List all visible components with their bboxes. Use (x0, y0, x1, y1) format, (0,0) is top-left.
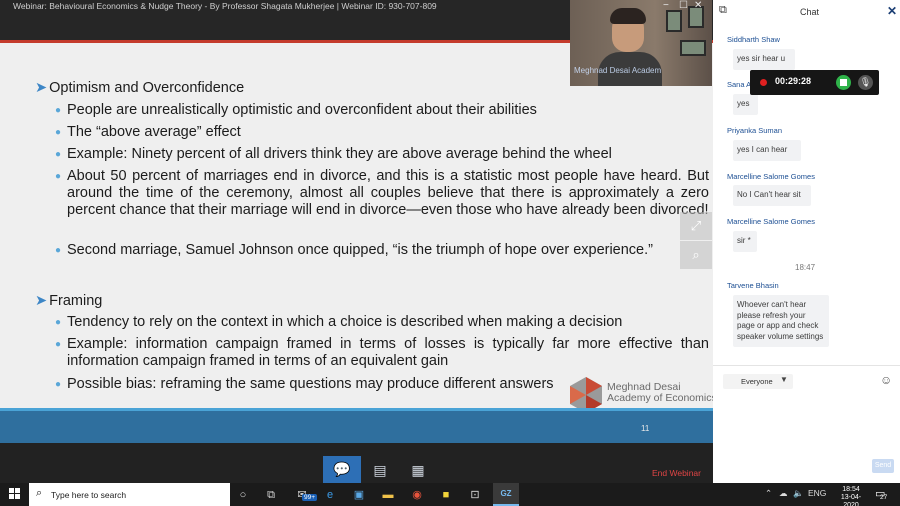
chat-sender: Marcelline Salome Gomes (727, 217, 815, 226)
bullet-item: ● People are unrealistically optimistic a… (55, 102, 537, 118)
bullet-item: ● Second marriage, Samuel Johnson once qu… (55, 242, 653, 258)
layout-button[interactable]: ▤ (361, 457, 399, 483)
chat-message: No I Can't hear sit (733, 185, 811, 206)
gotowebinar-taskbar-button[interactable]: GZ (493, 483, 519, 506)
presenter-video[interactable]: Meghnad Desai Academ (570, 0, 712, 86)
bullet-dot-icon: ● (55, 339, 62, 350)
chevron-down-icon: ▼ (780, 375, 788, 384)
chrome-icon[interactable]: ◉ (409, 487, 425, 503)
task-view-icon[interactable]: ⧉ (263, 487, 279, 503)
zoom-button[interactable]: ⌕ (680, 241, 712, 269)
chat-toggle-button[interactable]: 💬 (323, 456, 361, 483)
bullet-item: ● Tendency to rely on the context in whic… (55, 314, 623, 330)
chat-sender: Sana A (727, 80, 752, 89)
sticky-notes-icon[interactable]: ■ (438, 487, 454, 503)
chat-title: Chat (800, 7, 820, 17)
chat-bubble-icon: 💬 (333, 461, 351, 477)
search-icon: ⌕ (36, 487, 43, 499)
emoji-icon[interactable]: ☺ (880, 373, 892, 387)
cortana-icon[interactable]: ○ (235, 487, 251, 503)
bullet-item: ● Example: Ninety percent of all drivers … (55, 146, 612, 162)
file-explorer-icon[interactable]: ▬ (380, 487, 396, 503)
video-caption: Meghnad Desai Academ (574, 66, 662, 75)
chat-sender: Siddharth Shaw (727, 35, 780, 44)
arrow-bullet-icon: ➤ (35, 80, 48, 96)
bullet-dot-icon: ● (55, 105, 62, 116)
minimize-button[interactable]: − (663, 0, 669, 12)
cloud-icon[interactable]: ☁ (779, 488, 788, 499)
tray-chevron-icon[interactable]: ⌃ (765, 488, 772, 499)
chat-divider (713, 365, 900, 366)
bullet-dot-icon: ● (55, 149, 62, 160)
chat-sender: Tarvene Bhasin (727, 281, 779, 290)
search-input[interactable] (51, 488, 221, 501)
send-button[interactable]: Send (872, 459, 894, 473)
windows-taskbar: ⌕ ○ ⧉ ✉ 99+ e ▣ ▬ ◉ ■ ⊡ GZ ⌃ ☁ 🔈 ENG 18:… (0, 483, 900, 506)
chat-message: Whoever can't hear please refresh your p… (733, 295, 829, 347)
wall-frame (666, 10, 682, 32)
webinar-control-bar: 💬 ▤ ▦ End Webinar (0, 443, 713, 483)
bullet-dot-icon: ● (55, 171, 62, 182)
chat-time-divider: 18:47 (795, 263, 816, 272)
bullet-dot-icon: ● (55, 127, 62, 138)
gotowebinar-icon: GZ (500, 489, 512, 498)
stop-recording-button[interactable] (836, 75, 851, 90)
logo-text: Meghnad Desai Academy of Economics (607, 381, 713, 404)
notification-count: 27 (880, 494, 888, 501)
section-heading: ➤ Framing (35, 293, 103, 309)
windows-start-button[interactable] (9, 488, 21, 500)
maximize-button[interactable]: ☐ (679, 0, 688, 12)
taskbar-search[interactable]: ⌕ (29, 483, 230, 506)
bullet-dot-icon: ● (55, 245, 62, 256)
record-dot-icon (760, 79, 767, 86)
close-icon[interactable]: ✕ (887, 4, 897, 18)
recipient-label: Everyone (741, 377, 773, 386)
taskbar-clock[interactable]: 18:54 13-04-2020 (836, 486, 866, 506)
chat-message: sir * (733, 231, 757, 252)
bullet-item: ● The “above average” effect (55, 124, 241, 140)
chat-message: yes I can hear (733, 140, 801, 161)
speaker-icon[interactable]: 🔈 (793, 488, 804, 499)
popout-icon[interactable]: ⧉ (719, 4, 727, 17)
recipient-select[interactable]: Everyone ▼ (723, 374, 793, 389)
recording-indicator: 00:29:28 🎙 (750, 70, 879, 95)
chat-sender: Priyanka Suman (727, 126, 783, 135)
arrow-bullet-icon: ➤ (35, 293, 48, 309)
microphone-button[interactable]: 🎙 (858, 75, 873, 90)
window-title: Webinar: Behavioural Economics & Nudge T… (13, 1, 437, 11)
apps-button[interactable]: ▦ (399, 457, 437, 483)
fullscreen-button[interactable]: ⤢ (680, 212, 712, 240)
bullet-item: ● Possible bias: reframing the same quest… (55, 376, 554, 392)
end-webinar-button[interactable]: End Webinar (652, 468, 701, 478)
chat-message: yes (733, 94, 758, 115)
expand-icon: ⤢ (690, 218, 702, 233)
close-window-button[interactable]: ✕ (694, 0, 702, 12)
chat-message: yes sir hear u (733, 49, 795, 70)
recording-time: 00:29:28 (775, 76, 812, 86)
chat-sender: Marcelline Salome Gomes (727, 172, 815, 181)
bullet-item: ● About 50 percent of marriages end in di… (55, 168, 709, 218)
section-heading: ➤ Optimism and Overconfidence (35, 80, 245, 96)
layout-icon: ▤ (373, 462, 387, 478)
snipping-tool-icon[interactable]: ⊡ (467, 487, 483, 503)
bullet-dot-icon: ● (55, 317, 62, 328)
slide-page-number: 11 (641, 424, 650, 433)
edge-browser-icon[interactable]: e (322, 487, 338, 503)
store-icon[interactable]: ▣ (351, 487, 367, 503)
mail-badge: 99+ (302, 494, 318, 501)
slide-footer-band (0, 408, 713, 443)
microphone-icon: 🎙 (859, 77, 872, 87)
language-indicator[interactable]: ENG (808, 488, 826, 498)
bullet-dot-icon: ● (55, 379, 62, 390)
presentation-slide: ➤ Optimism and Overconfidence ● People are… (0, 40, 713, 443)
magnifier-icon: ⌕ (692, 247, 700, 262)
grid-icon: ▦ (411, 462, 425, 478)
chat-header: ⧉ Chat ✕ (713, 0, 900, 24)
wall-frame (680, 40, 706, 56)
bullet-item: ● Example: information campaign framed in… (55, 336, 709, 369)
